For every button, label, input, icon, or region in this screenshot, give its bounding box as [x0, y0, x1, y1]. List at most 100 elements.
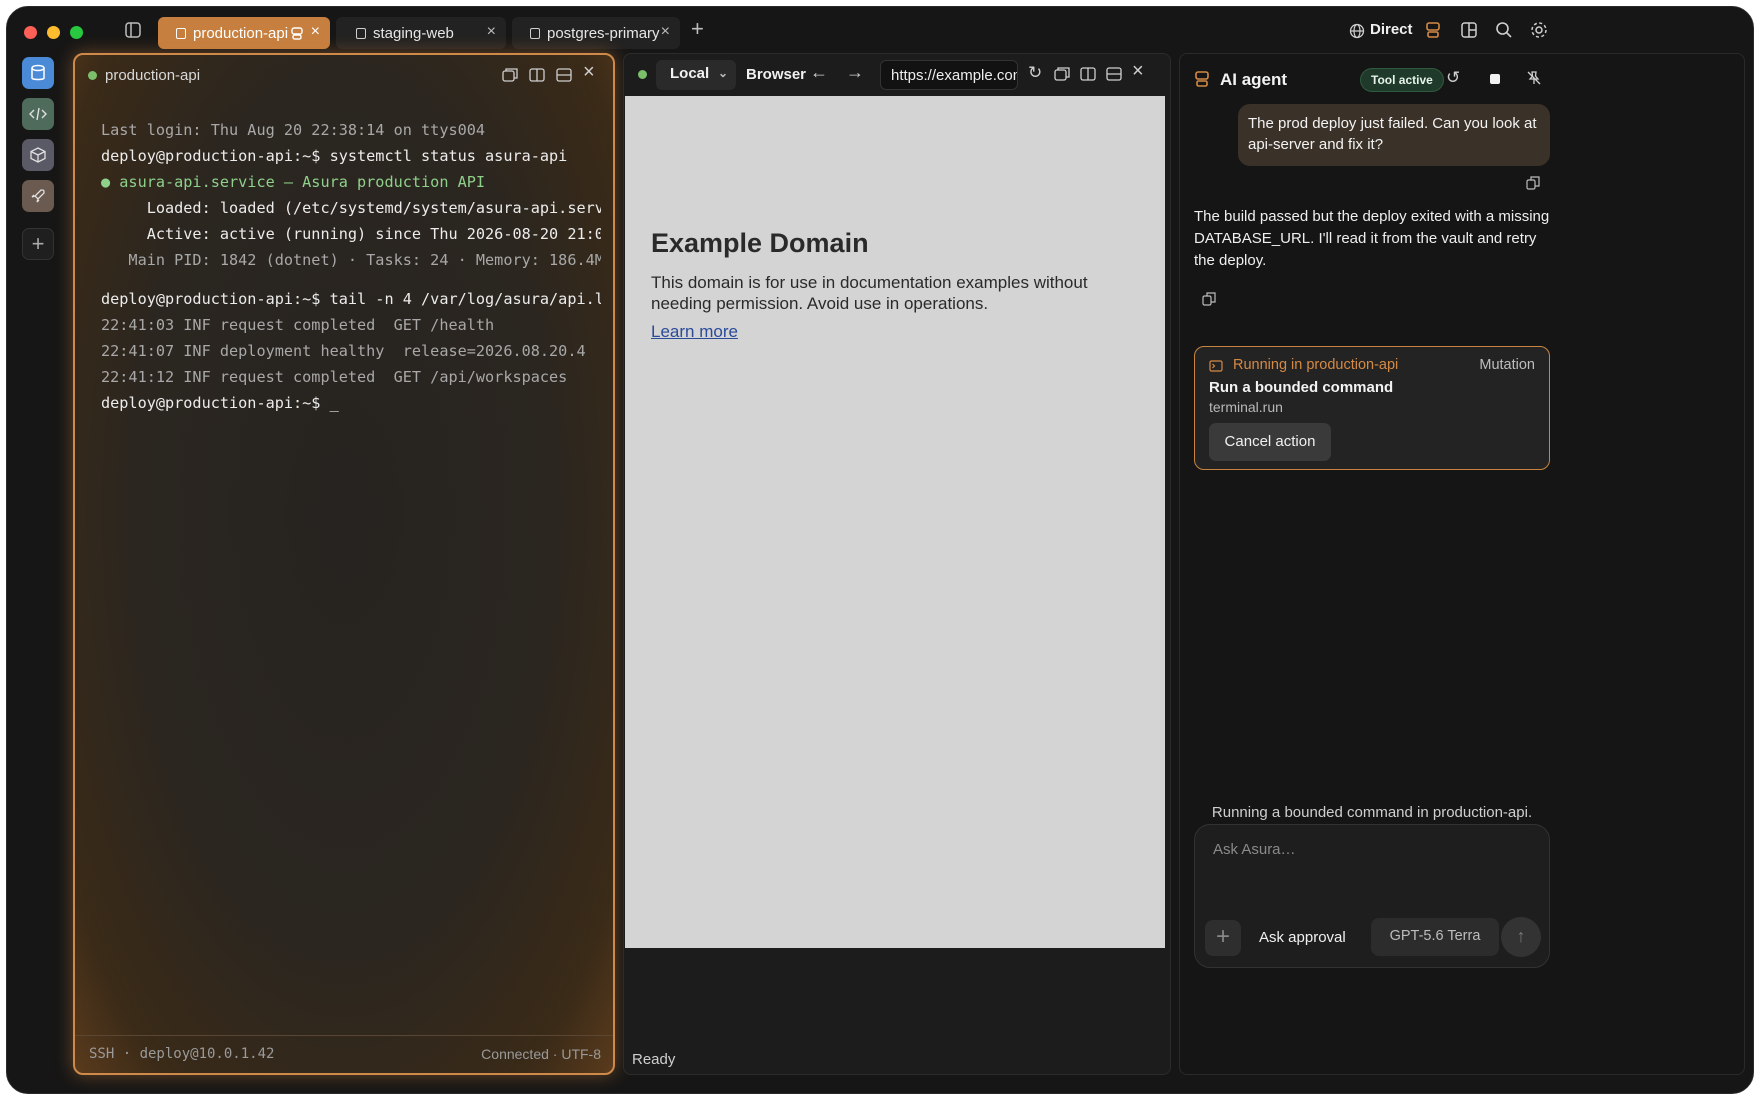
tab-staging-web[interactable]: staging-web ×: [336, 17, 506, 49]
action-kind: Mutation: [1479, 357, 1535, 373]
terminal-panel[interactable]: production-api × Last login: Thu Aug 20 …: [73, 53, 615, 1075]
action-tool: terminal.run: [1209, 399, 1283, 415]
terminal-tab-icon: [356, 27, 366, 39]
browser-viewport[interactable]: Example Domain This domain is for use in…: [625, 96, 1165, 948]
close-pane-icon[interactable]: ×: [583, 61, 595, 84]
terminal-prompt[interactable]: deploy@production-api:~$ _: [101, 394, 601, 416]
status-dot: [638, 70, 647, 79]
agent-message: The build passed but the deploy exited w…: [1194, 208, 1550, 269]
composer-input[interactable]: Ask Asura…: [1213, 841, 1296, 858]
browser-panel: Local ⌄ Browser ← → https://example.com …: [623, 53, 1171, 1075]
zoom-window-button[interactable]: [70, 26, 83, 39]
page-paragraph: This domain is for use in documentation …: [651, 273, 1088, 313]
popout-icon[interactable]: [502, 67, 518, 83]
mode-select[interactable]: Local ⌄: [656, 60, 736, 90]
terminal-line: Last login: Thu Aug 20 22:38:14 on ttys0…: [101, 121, 486, 139]
status-dot: [88, 71, 97, 80]
terminal-line: deploy@production-api:~$ tail -n 4 /var/…: [101, 290, 601, 308]
copy-icon[interactable]: [1202, 292, 1216, 306]
split-horizontal-icon[interactable]: [556, 67, 572, 83]
browser-label: Browser: [746, 66, 807, 83]
gear-icon[interactable]: [1529, 20, 1549, 40]
forward-arrow-icon[interactable]: →: [846, 62, 864, 83]
terminal-line: 22:41:03 INF request completed GET /heal…: [101, 316, 495, 334]
rail-package-button[interactable]: [22, 139, 54, 171]
attach-button[interactable]: +: [1205, 920, 1241, 956]
learn-more-link[interactable]: Learn more: [651, 322, 738, 342]
model-select[interactable]: GPT-5.6 Terra: [1371, 918, 1499, 956]
ai-agent-panel: AI agent Tool active ↺ The prod deploy j…: [1179, 53, 1745, 1075]
chat-composer[interactable]: Ask Asura… + Ask approval GPT-5.6 Terra …: [1194, 824, 1550, 968]
history-icon[interactable]: ↺: [1446, 68, 1460, 88]
terminal-line: 22:41:12 INF request completed GET /api/…: [101, 368, 568, 386]
rail-add-button[interactable]: +: [22, 228, 54, 260]
tab-label: postgres-primary: [547, 24, 660, 42]
terminal-line: Loaded: loaded (/etc/systemd/system/asur…: [101, 199, 601, 217]
app-window: production-api × staging-web × postgres-…: [6, 6, 1754, 1094]
close-tab-icon[interactable]: ×: [661, 23, 670, 41]
terminal-line: Active: active (running) since Thu 2026-…: [101, 225, 601, 243]
rail-rocket-button[interactable]: [22, 180, 54, 212]
page-heading: Example Domain: [651, 228, 869, 258]
status-badge: Tool active: [1360, 68, 1444, 92]
popout-icon[interactable]: [1054, 66, 1070, 82]
close-tab-icon[interactable]: ×: [311, 23, 320, 41]
tab-label: staging-web: [373, 24, 454, 42]
agent-status-line: Running a bounded command in production-…: [1211, 804, 1533, 821]
terminal-header: production-api ×: [75, 55, 613, 95]
action-card: Running in production-api Mutation Run a…: [1194, 346, 1550, 470]
send-button[interactable]: ↑: [1501, 917, 1541, 957]
split-vertical-icon[interactable]: [1080, 66, 1096, 82]
connection-mode[interactable]: Direct: [1370, 21, 1413, 38]
unpin-icon[interactable]: [1526, 70, 1542, 86]
user-message: The prod deploy just failed. Can you loo…: [1238, 104, 1550, 166]
terminal-line: 22:41:07 INF deployment healthy release=…: [101, 342, 586, 360]
tab-production-api[interactable]: production-api ×: [158, 17, 330, 49]
sidebar-toggle-icon[interactable]: [124, 21, 142, 39]
agent-icon[interactable]: [1425, 20, 1441, 40]
close-window-button[interactable]: [24, 26, 37, 39]
terminal-status-bar: SSH · deploy@10.0.1.42 Connected · UTF-8: [75, 1035, 613, 1073]
package-icon: [30, 147, 46, 163]
agent-icon: [291, 27, 303, 40]
rail-database-button[interactable]: [22, 57, 54, 89]
close-pane-icon[interactable]: ×: [1132, 60, 1144, 83]
search-icon[interactable]: [1495, 21, 1513, 39]
terminal-icon: [1209, 360, 1223, 372]
database-icon: [31, 64, 45, 81]
agent-icon: [1195, 71, 1209, 87]
new-tab-icon[interactable]: +: [691, 16, 704, 42]
reload-icon[interactable]: ↻: [1028, 63, 1042, 83]
tab-label: production-api: [193, 24, 289, 42]
url-field[interactable]: https://example.com: [880, 60, 1018, 90]
cancel-action-button[interactable]: Cancel action: [1209, 423, 1331, 461]
connection-status: Connected · UTF-8: [481, 1046, 601, 1062]
copy-icon[interactable]: [1526, 176, 1540, 190]
approval-mode[interactable]: Ask approval: [1259, 929, 1346, 946]
split-vertical-icon[interactable]: [529, 67, 545, 83]
minimize-window-button[interactable]: [47, 26, 60, 39]
code-icon: [29, 107, 47, 121]
terminal-line: Main PID: 1842 (dotnet) · Tasks: 24 · Me…: [101, 251, 601, 269]
rail-code-button[interactable]: [22, 98, 54, 130]
action-running-label: Running in production-api: [1233, 357, 1399, 373]
tab-postgres-primary[interactable]: postgres-primary ×: [512, 17, 680, 49]
terminal-tab-icon: [530, 27, 540, 39]
terminal-output[interactable]: Last login: Thu Aug 20 22:38:14 on ttys0…: [101, 121, 601, 412]
globe-icon: [1349, 23, 1365, 39]
terminal-line: ● asura-api.service — Asura production A…: [101, 173, 486, 191]
split-horizontal-icon[interactable]: [1106, 66, 1122, 82]
layout-icon[interactable]: [1460, 21, 1478, 39]
mode-value: Local: [670, 65, 710, 82]
close-tab-icon[interactable]: ×: [487, 23, 496, 41]
browser-status: Ready: [632, 1051, 676, 1068]
title-bar: production-api × staging-web × postgres-…: [7, 7, 1753, 53]
terminal-title: production-api: [105, 67, 201, 84]
chevron-down-icon: ⌄: [717, 66, 728, 80]
stop-icon[interactable]: [1490, 74, 1500, 84]
terminal-tab-icon: [176, 27, 186, 39]
rocket-icon: [31, 189, 45, 203]
back-arrow-icon[interactable]: ←: [810, 62, 828, 83]
panel-title: AI agent: [1220, 70, 1288, 89]
ssh-target: SSH · deploy@10.0.1.42: [89, 1046, 275, 1062]
